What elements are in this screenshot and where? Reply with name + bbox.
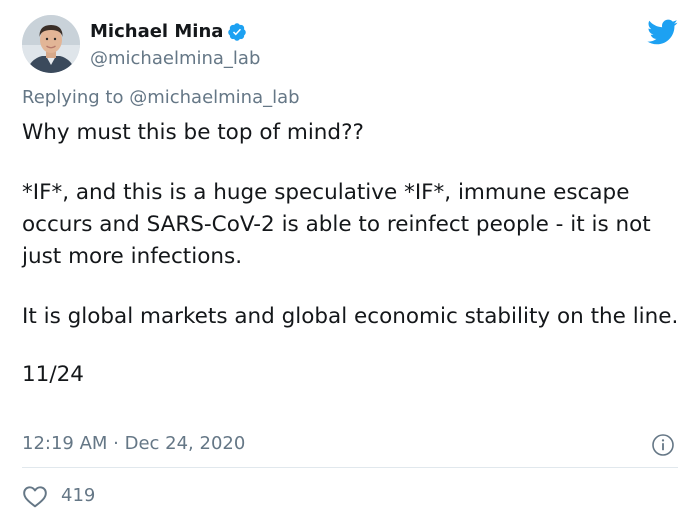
thread-counter: 11/24 [22, 362, 84, 387]
info-icon[interactable] [651, 433, 675, 457]
verified-badge-icon [227, 22, 247, 42]
avatar-image [22, 15, 80, 73]
user-handle[interactable]: @michaelmina_lab [90, 48, 260, 70]
tweet-paragraph: It is global markets and global economic… [22, 304, 679, 329]
divider [22, 467, 678, 468]
tweet-timestamp[interactable]: 12:19 AM · Dec 24, 2020 [22, 433, 245, 454]
like-count: 419 [61, 485, 96, 506]
tweet-paragraph: *IF*, and this is a huge speculative *IF… [22, 180, 651, 269]
like-action[interactable]: 419 [22, 482, 95, 510]
tweet-paragraph: Why must this be top of mind?? [22, 120, 364, 145]
twitter-bird-icon[interactable] [646, 18, 678, 46]
timestamp-row: 12:19 AM · Dec 24, 2020 [22, 431, 682, 457]
tweet-header: Michael Mina @michaelmina_lab [22, 15, 622, 75]
tweet-text: Why must this be top of mind?? *IF*, and… [22, 117, 682, 391]
display-name[interactable]: Michael Mina [90, 21, 223, 43]
tweet-card: Michael Mina @michaelmina_lab Replying t… [0, 0, 700, 524]
reply-mention-link[interactable]: @michaelmina_lab [129, 87, 299, 108]
avatar[interactable] [22, 15, 80, 73]
reply-prefix: Replying to [22, 87, 130, 108]
heart-icon[interactable] [22, 484, 48, 508]
reply-context: Replying to @michaelmina_lab [22, 87, 300, 109]
display-name-row: Michael Mina [90, 20, 247, 44]
